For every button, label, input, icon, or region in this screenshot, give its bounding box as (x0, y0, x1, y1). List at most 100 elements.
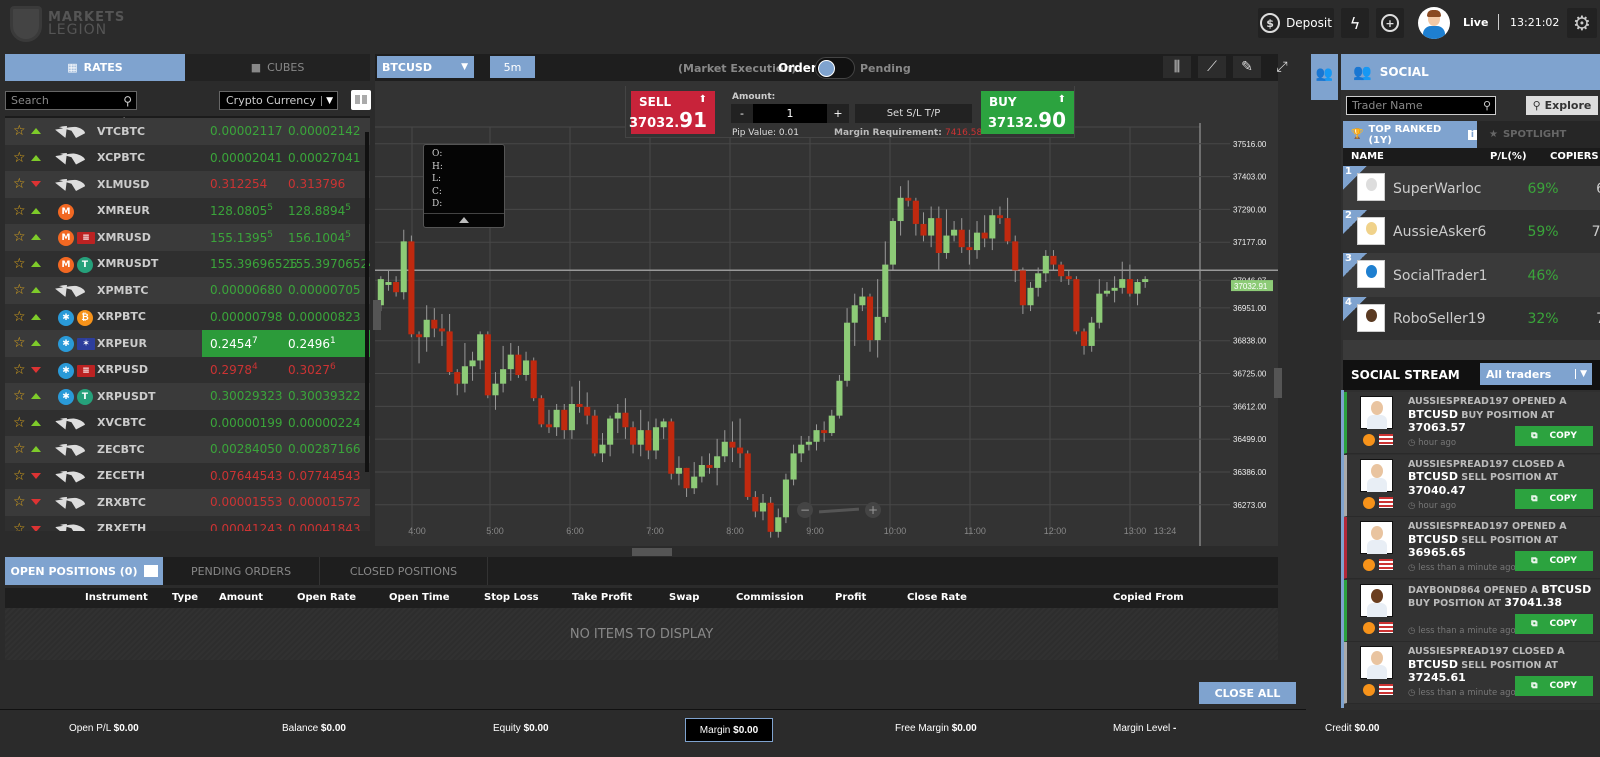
bid-price[interactable]: 0.00041243 (210, 522, 283, 531)
bid-price[interactable]: 0.00001553 (210, 495, 283, 509)
col-header[interactable]: Close Rate (907, 592, 967, 603)
favorite-star-icon[interactable]: ☆ (13, 256, 26, 272)
candle-down[interactable] (966, 247, 973, 251)
bid-price[interactable]: 0.00002117 (210, 124, 283, 138)
candle-up[interactable] (607, 418, 614, 445)
col-header[interactable]: Instrument (85, 592, 148, 603)
candle-up[interactable] (507, 354, 514, 370)
candle-up[interactable] (500, 369, 507, 384)
candle-up[interactable] (698, 465, 705, 477)
rate-row[interactable]: ☆ M T XMRUSDT 155.39696525 155.39706524 (5, 250, 370, 277)
price-chart[interactable]: 4:00 5:00 6:00 7:00 8:00 9:00 10:00 11:00 12:00 1… (375, 81, 1278, 546)
candle-up[interactable] (469, 360, 476, 367)
candle-down[interactable] (393, 282, 400, 293)
buy-button[interactable]: BUY ⬆ 37132.90 (981, 91, 1074, 134)
favorite-star-icon[interactable]: ☆ (13, 335, 26, 351)
candle-up[interactable] (973, 232, 981, 251)
candle-down[interactable] (744, 453, 751, 497)
favorite-star-icon[interactable]: ☆ (13, 388, 26, 404)
candle-up[interactable] (989, 215, 996, 239)
candle-down[interactable] (1050, 255, 1057, 265)
candle-down[interactable] (1019, 270, 1026, 306)
zoom-slider[interactable] (818, 507, 860, 513)
favorite-star-icon[interactable]: ☆ (13, 362, 26, 378)
candle-down[interactable] (1004, 218, 1011, 242)
candle-down[interactable] (729, 441, 736, 448)
rate-row[interactable]: ☆ M ≡ XMRUSD 155.13955 156.10045 (5, 224, 370, 251)
candle-down[interactable] (996, 215, 1004, 219)
amount-increase-button[interactable]: + (827, 104, 849, 123)
candle-up[interactable] (1134, 282, 1141, 294)
social-panel-toggle[interactable]: 👥 (1311, 54, 1338, 100)
set-sl-tp-button[interactable]: Set S/L T/P (855, 104, 972, 123)
candle-up[interactable] (836, 380, 843, 416)
ranked-trader-row-partial[interactable] (1343, 340, 1600, 360)
candle-down[interactable] (622, 412, 629, 428)
rates-scrollbar[interactable] (365, 132, 369, 472)
candle-up[interactable] (492, 383, 499, 396)
col-header[interactable]: Copied From (1113, 592, 1184, 603)
candle-up[interactable] (477, 334, 484, 361)
candle-up[interactable] (943, 235, 950, 253)
candle-down[interactable] (1065, 276, 1072, 280)
rate-row[interactable]: ☆ M XMREUR 128.08055 128.88945 (5, 197, 370, 224)
candle-up[interactable] (423, 319, 430, 338)
fullscreen-button[interactable]: ⤢ (1268, 56, 1296, 78)
amount-input[interactable]: 1 (753, 107, 827, 120)
candle-up[interactable] (813, 430, 820, 442)
bid-price[interactable]: 155.39696525 (210, 257, 298, 271)
candle-down[interactable] (530, 360, 537, 399)
trader-search-input[interactable]: Trader Name ⚲ (1346, 96, 1496, 115)
ask-price[interactable]: 0.30276 (288, 362, 336, 377)
favorite-star-icon[interactable]: ☆ (13, 282, 26, 298)
candle-down[interactable] (1126, 279, 1133, 294)
candle-down[interactable] (706, 465, 713, 468)
candle-up[interactable] (782, 479, 789, 518)
candle-down[interactable] (591, 415, 598, 454)
rate-row[interactable]: ☆ ✱ ✶ XRPEUR 0.24547 0.24961 (5, 330, 370, 357)
ask-price[interactable]: 0.00002142 (288, 124, 361, 138)
bid-price[interactable]: 0.30029323 (210, 389, 283, 403)
candle-up[interactable] (951, 229, 958, 236)
candle-up[interactable] (522, 360, 530, 375)
bid-price[interactable]: 0.00284050 (210, 442, 283, 456)
candle-down[interactable] (912, 200, 919, 224)
candle-up[interactable] (1027, 287, 1034, 306)
rate-row[interactable]: ☆ ✱ ₿ XRPBTC 0.00000798 0.00000823 (5, 303, 370, 330)
add-button[interactable]: + (1376, 8, 1404, 38)
favorite-star-icon[interactable]: ☆ (13, 229, 26, 245)
ask-price[interactable]: 0.24961 (288, 336, 336, 351)
candle-down[interactable] (958, 229, 965, 248)
candle-up[interactable] (721, 441, 728, 457)
ask-price[interactable]: 128.88945 (288, 203, 351, 218)
col-header[interactable]: Swap (669, 592, 699, 603)
rate-row[interactable]: ☆ XVCBTC 0.00000199 0.00000224 (5, 409, 370, 436)
draw-button[interactable]: ✎ (1233, 56, 1261, 78)
order-pending-toggle[interactable] (815, 57, 855, 79)
candle-up[interactable] (1111, 287, 1118, 291)
candle-up[interactable] (1042, 255, 1049, 274)
ranked-trader-row[interactable]: 2AussieAsker659%772 (1343, 209, 1600, 255)
copy-button[interactable]: ⧉ COPY (1515, 488, 1593, 509)
candle-up[interactable] (928, 218, 935, 236)
rate-row[interactable]: ☆ XLMUSD 0.312254 0.313796 (5, 171, 370, 198)
candle-up[interactable] (1142, 279, 1149, 283)
candle-down[interactable] (454, 372, 461, 384)
candle-up[interactable] (599, 444, 606, 454)
collapse-icon[interactable] (459, 217, 469, 223)
ask-price[interactable]: 0.07744543 (288, 469, 361, 483)
col-header[interactable]: Profit (835, 592, 866, 603)
ask-price[interactable]: 155.39706524 (288, 257, 370, 271)
rate-row[interactable]: ☆ ZECBTC 0.00284050 0.00287166 (5, 436, 370, 463)
ranked-trader-row[interactable]: 4RoboSeller1932%77 (1343, 296, 1600, 342)
ask-price[interactable]: 0.00000224 (288, 416, 361, 430)
candle-up[interactable] (859, 296, 866, 306)
candle-down[interactable] (484, 334, 491, 396)
candle-down[interactable] (446, 331, 453, 373)
candle-up[interactable] (1088, 322, 1095, 346)
category-select[interactable]: Crypto Currency ▼ (219, 91, 338, 110)
candle-up[interactable] (851, 305, 858, 323)
candle-up[interactable] (385, 282, 392, 285)
favorite-star-icon[interactable]: ☆ (13, 150, 26, 166)
candle-down[interactable] (561, 409, 568, 431)
